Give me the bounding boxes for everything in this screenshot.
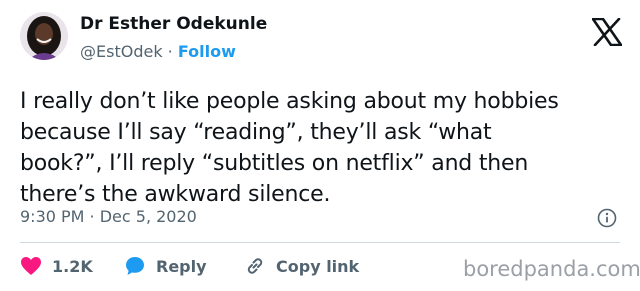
avatar[interactable] bbox=[20, 12, 68, 60]
tweet-card: Dr Esther Odekunle @EstOdek · Follow I r… bbox=[0, 0, 640, 291]
reply-button[interactable]: Reply bbox=[124, 254, 207, 278]
divider bbox=[20, 242, 620, 243]
heart-icon bbox=[21, 257, 41, 275]
watermark: boredpanda.com bbox=[463, 257, 640, 281]
copy-link-button[interactable]: Copy link bbox=[244, 254, 359, 278]
link-icon bbox=[247, 258, 263, 274]
like-count: 1.2K bbox=[52, 256, 93, 276]
separator-dot: · bbox=[167, 42, 178, 61]
author-handle[interactable]: @EstOdek bbox=[80, 42, 163, 61]
reply-label: Reply bbox=[156, 256, 207, 276]
like-button[interactable]: 1.2K bbox=[20, 254, 93, 278]
x-logo-icon[interactable] bbox=[592, 18, 622, 46]
author-handle-row: @EstOdek · Follow bbox=[80, 42, 236, 62]
tweet-timestamp[interactable]: 9:30 PM · Dec 5, 2020 bbox=[20, 207, 197, 227]
author-name[interactable]: Dr Esther Odekunle bbox=[80, 14, 267, 34]
chat-bubble-icon bbox=[126, 257, 144, 275]
tweet-text: I really don’t like people asking about … bbox=[20, 89, 559, 207]
copy-link-label: Copy link bbox=[276, 256, 360, 276]
info-icon[interactable] bbox=[597, 208, 617, 228]
follow-button[interactable]: Follow bbox=[178, 42, 236, 61]
